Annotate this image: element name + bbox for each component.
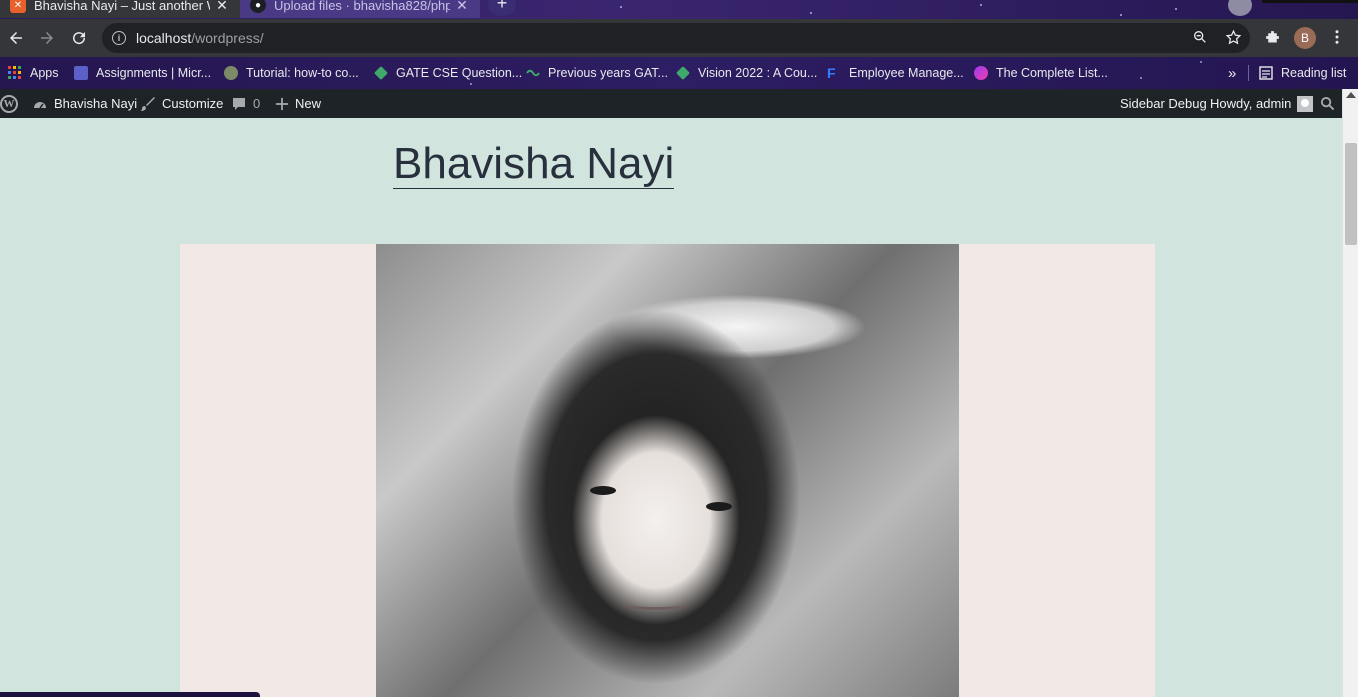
more-bookmarks-chevron-icon[interactable]: »: [1228, 63, 1236, 83]
background-star: [810, 12, 812, 14]
paintbrush-icon: [140, 96, 156, 112]
window-controls[interactable]: [1262, 0, 1358, 3]
xampp-favicon-icon: ✕: [10, 0, 26, 13]
reading-list-icon: [1259, 66, 1273, 80]
bookmark-label: Tutorial: how-to co...: [246, 66, 359, 80]
scrollbar-thumb[interactable]: [1345, 143, 1357, 245]
url-host: localhost: [136, 30, 192, 46]
admin-comments-count: 0: [253, 96, 261, 111]
admin-avatar: [1297, 95, 1314, 112]
reading-list-label: Reading list: [1281, 66, 1347, 80]
admin-site-name-label: Bhavisha Nayi: [54, 96, 138, 111]
background-star: [980, 4, 982, 6]
hero-cover-block: [180, 244, 1155, 697]
bookmarks-divider: [1248, 65, 1249, 81]
admin-new-label: New: [295, 96, 322, 111]
site-page: Bhavisha Nayi: [0, 118, 1342, 697]
background-star: [620, 6, 622, 8]
admin-comments[interactable]: 0: [231, 89, 260, 118]
github-favicon-icon: ●: [250, 0, 266, 13]
bookmark-tutorial[interactable]: Tutorial: how-to co...: [224, 63, 359, 83]
tab-title: Bhavisha Nayi – Just another Wo: [34, 0, 210, 13]
bookmark-vision-2022[interactable]: Vision 2022 : A Cou...: [676, 63, 817, 83]
comment-bubble-icon: [231, 96, 247, 112]
apps-grid-icon: [8, 66, 22, 80]
teams-icon: [74, 66, 88, 80]
background-star: [1200, 61, 1202, 63]
rocket-icon: [676, 66, 690, 80]
tutorial-icon: [224, 66, 238, 80]
page-scrollbar[interactable]: [1342, 89, 1358, 697]
bookmark-complete-list[interactable]: The Complete List...: [974, 63, 1108, 83]
plus-icon: [275, 97, 289, 111]
bookmark-employee-manage[interactable]: F Employee Manage...: [827, 63, 964, 83]
profile-photo: [376, 244, 959, 697]
bookmark-label: GATE CSE Question...: [396, 66, 523, 80]
tab-wordpress-site[interactable]: ✕ Bhavisha Nayi – Just another Wo ✕: [0, 0, 240, 18]
bookmark-star-icon[interactable]: [1223, 27, 1243, 47]
profile-avatar[interactable]: B: [1294, 27, 1316, 49]
tab-title: Upload files · bhavisha828/php-: [274, 0, 450, 13]
bookmark-label: Apps: [30, 66, 59, 80]
address-bar[interactable]: i localhost/wordpress/: [102, 23, 1250, 53]
bookmark-label: Assignments | Micr...: [96, 66, 212, 80]
bookmark-apps[interactable]: Apps: [8, 63, 59, 83]
bookmark-label: Previous years GAT...: [548, 66, 668, 80]
new-tab-plus-icon[interactable]: +: [488, 0, 516, 16]
admin-search-icon[interactable]: [1320, 89, 1335, 118]
rocket-icon: [374, 66, 388, 80]
bookmark-label: The Complete List...: [996, 66, 1108, 80]
background-star: [1175, 8, 1177, 10]
bookmarks-bar: Apps Assignments | Micr... Tutorial: how…: [0, 57, 1358, 89]
wp-admin-bar: W Bhavisha Nayi Customize 0 New Sidebar …: [0, 89, 1358, 118]
menu-kebab-icon[interactable]: [1327, 27, 1347, 47]
tab-close-icon[interactable]: ✕: [454, 0, 470, 14]
tab-github-upload[interactable]: ● Upload files · bhavisha828/php- ✕: [240, 0, 480, 18]
background-star: [470, 83, 472, 85]
site-title-link[interactable]: Bhavisha Nayi: [393, 139, 675, 190]
admin-customize[interactable]: Customize: [140, 89, 223, 118]
photo-detail: [621, 596, 691, 610]
site-info-icon[interactable]: i: [112, 31, 126, 45]
dashboard-gauge-icon: [32, 96, 48, 112]
photo-detail: [590, 486, 616, 495]
f-logo-icon: F: [827, 65, 836, 81]
taskbar-edge: [0, 692, 260, 697]
bookmark-assignments[interactable]: Assignments | Micr...: [74, 63, 211, 83]
scroll-up-arrow-icon[interactable]: [1346, 92, 1356, 98]
bookmark-gate-cse[interactable]: GATE CSE Question...: [374, 63, 522, 83]
zoom-icon[interactable]: [1190, 27, 1210, 47]
url-path: /wordpress/: [191, 30, 264, 46]
tab-search-icon[interactable]: [1228, 0, 1252, 16]
photo-detail: [706, 502, 732, 511]
bookmark-previous-years[interactable]: Previous years GAT...: [526, 63, 668, 83]
forward-arrow-icon[interactable]: [35, 26, 59, 50]
tab-strip: ✕ Bhavisha Nayi – Just another Wo ✕ ● Up…: [0, 0, 1358, 19]
background-star: [1120, 14, 1122, 16]
background-star: [1140, 77, 1142, 79]
extensions-puzzle-icon[interactable]: [1262, 27, 1282, 47]
bookmark-label: Vision 2022 : A Cou...: [698, 66, 818, 80]
reading-list-button[interactable]: Reading list: [1259, 63, 1346, 83]
back-arrow-icon[interactable]: [4, 26, 28, 50]
reload-icon[interactable]: [67, 26, 91, 50]
admin-customize-label: Customize: [162, 96, 224, 111]
admin-howdy-label: Howdy, admin: [1210, 96, 1292, 111]
admin-site-name[interactable]: Bhavisha Nayi: [32, 89, 137, 118]
admin-howdy[interactable]: Howdy, admin: [1210, 89, 1314, 118]
admin-new[interactable]: New: [275, 89, 321, 118]
pink-logo-icon: [974, 66, 988, 80]
admin-sidebar-debug[interactable]: Sidebar Debug: [1120, 89, 1207, 118]
link-icon: [526, 66, 540, 80]
bookmark-label: Employee Manage...: [849, 66, 964, 80]
wordpress-logo-icon[interactable]: W: [0, 95, 18, 113]
browser-toolbar: i localhost/wordpress/ B: [0, 19, 1358, 57]
tab-close-icon[interactable]: ✕: [214, 0, 230, 14]
